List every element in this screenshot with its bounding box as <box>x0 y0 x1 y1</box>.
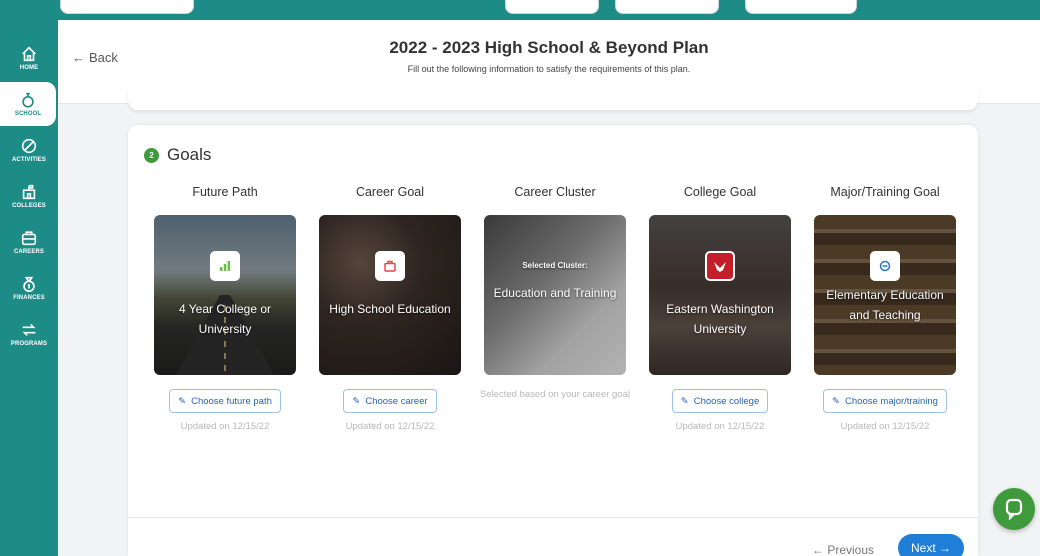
goal-image: Selected Cluster: Education and Training <box>484 215 626 375</box>
updated-date: Updated on 12/15/22 <box>180 421 270 432</box>
sidebar-item-label: ACTIVITIES <box>11 157 46 163</box>
choose-future-path-button[interactable]: ✎ Choose future path <box>169 389 281 413</box>
next-label: Next <box>910 541 936 555</box>
goal-image: 4 Year College or University <box>154 215 296 375</box>
briefcase-icon <box>21 231 37 246</box>
cluster-label: Selected Cluster: <box>522 261 588 270</box>
sidebar-item-activities[interactable]: ACTIVITIES <box>0 128 58 172</box>
top-bar <box>0 0 1040 20</box>
updated-date: Updated on 12/15/22 <box>345 421 435 432</box>
sidebar-item-programs[interactable]: PROGRAMS <box>0 312 58 356</box>
goal-career-cluster: Career Cluster Selected Cluster: Educati… <box>473 185 637 403</box>
section-title: Goals <box>167 145 212 164</box>
sidebar-item-label: SCHOOL <box>14 111 42 117</box>
chart-icon <box>210 251 240 281</box>
sidebar-item-label: HOME <box>19 65 39 71</box>
sidebar-item-colleges[interactable]: COLLEGES <box>0 174 58 218</box>
college-logo-icon <box>705 251 735 281</box>
pencil-icon: ✎ <box>680 395 689 407</box>
page-subtitle: Fill out the following information to sa… <box>407 64 691 74</box>
card-footer-divider <box>128 517 978 518</box>
goal-heading: Future Path <box>192 185 258 199</box>
money-bag-icon <box>23 276 35 293</box>
arrow-left-icon: ← <box>812 543 824 556</box>
sidebar-item-careers[interactable]: CAREERS <box>0 220 58 264</box>
pencil-icon: ✎ <box>352 395 361 407</box>
section-header: 2 Goals <box>144 145 211 165</box>
goal-college: College Goal Eastern Washington Universi… <box>638 185 802 432</box>
pencil-icon: ✎ <box>832 395 841 407</box>
updated-date: Updated on 12/15/22 <box>840 421 930 432</box>
goal-future-path: Future Path 4 Year College or University… <box>143 185 307 432</box>
goal-caption: 4 Year College or University <box>178 302 272 336</box>
graduation-icon <box>870 251 900 281</box>
goal-major-training: Major/Training Goal Elementary Education… <box>803 185 967 432</box>
previous-button[interactable]: ← Previous <box>812 543 874 556</box>
home-icon <box>22 46 36 62</box>
goal-image: Elementary Education and Teaching <box>814 215 956 375</box>
sidebar-item-school[interactable]: SCHOOL <box>0 82 56 126</box>
sidebar-item-label: PROGRAMS <box>10 341 48 347</box>
goal-heading: Career Goal <box>355 185 425 199</box>
sidebar-item-label: COLLEGES <box>12 203 46 209</box>
sidebar: HOME SCHOOL ACTIVITIES COLLEGES CAREERS … <box>0 20 58 556</box>
choose-major-training-button[interactable]: ✎ Choose major/training <box>823 389 947 413</box>
image-shade <box>154 215 296 375</box>
button-label: Choose college <box>693 395 760 407</box>
next-button[interactable]: Next → <box>898 534 964 556</box>
sidebar-item-label: FINANCES <box>13 295 45 301</box>
goal-heading: Career Cluster <box>514 185 596 199</box>
goal-caption: Education and Training <box>493 286 617 300</box>
college-icon <box>22 184 36 200</box>
pencil-icon: ✎ <box>178 395 187 407</box>
goal-heading: College Goal <box>683 185 757 199</box>
briefcase-icon <box>375 251 405 281</box>
updated-date: Updated on 12/15/22 <box>675 421 765 432</box>
goal-caption: High School Education <box>329 302 451 316</box>
top-pill[interactable] <box>745 0 857 14</box>
sidebar-item-home[interactable]: HOME <box>0 36 58 80</box>
button-label: Choose career <box>365 395 428 407</box>
school-icon <box>22 92 34 108</box>
top-pill[interactable] <box>505 0 599 14</box>
top-pill[interactable] <box>615 0 719 14</box>
top-pill[interactable] <box>60 0 194 14</box>
goals-card: 2 Goals Future Path 4 Year College or Un… <box>128 125 978 556</box>
cluster-note: Selected based on your career goal <box>480 389 630 400</box>
programs-icon <box>22 324 36 336</box>
goal-caption: Eastern Washington University <box>666 302 774 336</box>
sidebar-item-finances[interactable]: FINANCES <box>0 266 58 310</box>
arrow-right-icon: → <box>935 541 952 555</box>
goal-career: Career Goal High School Education ✎ Choo… <box>308 185 472 432</box>
button-label: Choose future path <box>191 395 272 407</box>
image-shade <box>649 215 791 375</box>
previous-label: Previous <box>827 543 875 556</box>
goal-caption: Elementary Education and Teaching <box>826 288 944 322</box>
page-title: 2022 - 2023 High School & Beyond Plan <box>389 38 709 57</box>
choose-college-button[interactable]: ✎ Choose college <box>671 389 769 413</box>
goal-image: High School Education <box>319 215 461 375</box>
sidebar-item-label: CAREERS <box>13 249 45 255</box>
goal-heading: Major/Training Goal <box>830 185 940 199</box>
chat-icon <box>1005 498 1023 520</box>
previous-section-card <box>128 88 978 110</box>
choose-career-button[interactable]: ✎ Choose career <box>343 389 437 413</box>
activities-icon <box>21 138 37 154</box>
step-badge: 2 <box>144 147 159 163</box>
button-label: Choose major/training <box>845 395 938 407</box>
image-shade <box>319 215 461 375</box>
goal-image: Eastern Washington University <box>649 215 791 375</box>
chat-button[interactable] <box>993 488 1035 530</box>
